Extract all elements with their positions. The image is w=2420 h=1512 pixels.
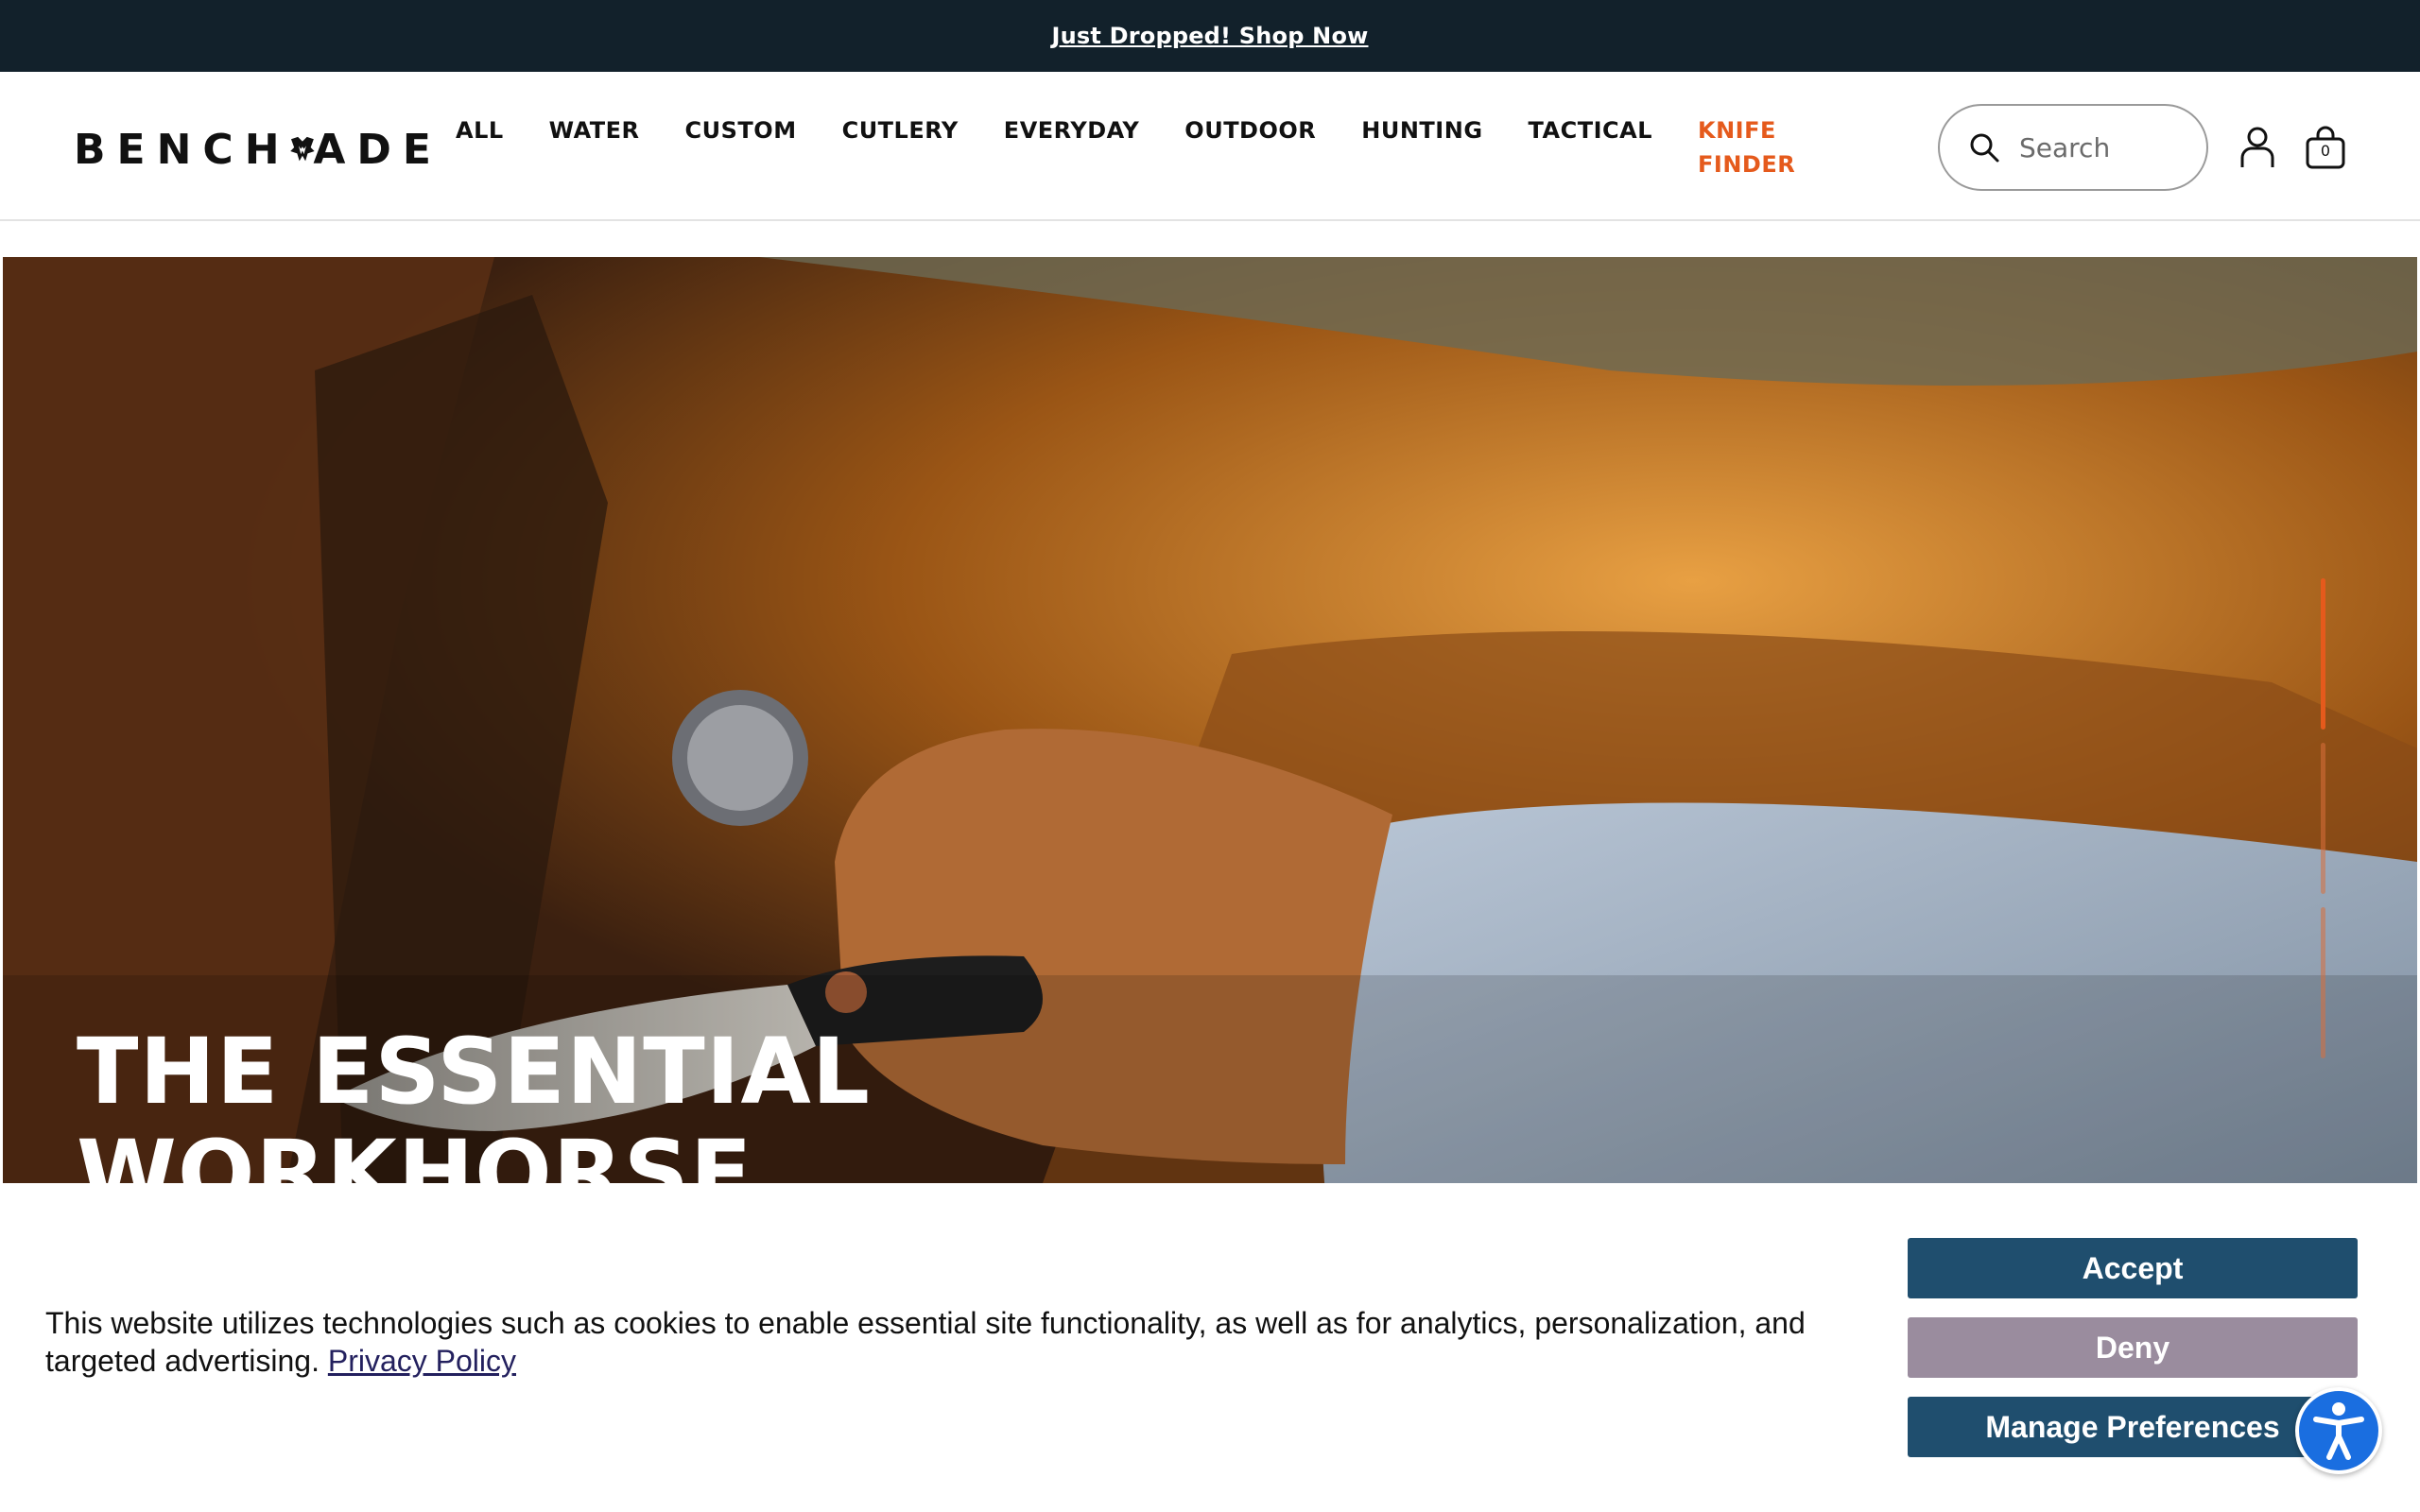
cookie-banner: This website utilizes technologies such … — [0, 1183, 2420, 1512]
nav-item-custom[interactable]: CUSTOM — [685, 113, 797, 181]
search-input[interactable] — [2019, 131, 2189, 163]
privacy-policy-link[interactable]: Privacy Policy — [328, 1344, 516, 1378]
hero-title-line1: THE ESSENTIAL — [77, 1019, 871, 1125]
site-header: BENCH ADE ALL WATER CUSTOM CUTLERY EVERY… — [0, 72, 2420, 221]
accept-button[interactable]: Accept — [1908, 1238, 2358, 1298]
cart-count: 0 — [2320, 142, 2331, 160]
nav-item-all[interactable]: ALL — [456, 113, 504, 181]
account-button[interactable] — [2235, 125, 2280, 170]
manage-preferences-button[interactable]: Manage Preferences — [1908, 1397, 2358, 1457]
accessibility-icon — [2313, 1402, 2364, 1460]
logo-text-left: BENCH — [74, 125, 291, 174]
user-icon — [2240, 127, 2274, 167]
cookie-message-text: This website utilizes technologies such … — [45, 1306, 1806, 1378]
logo-text-right: ADE — [313, 125, 442, 174]
nav-item-knife-finder[interactable]: KNIFE FINDER — [1698, 113, 1802, 181]
main-nav: ALL WATER CUSTOM CUTLERY EVERYDAY OUTDOO… — [456, 113, 1847, 181]
nav-item-hunting[interactable]: HUNTING — [1361, 113, 1482, 181]
announcement-bar: Just Dropped! Shop Now — [0, 0, 2420, 72]
slide-indicator-1[interactable] — [2321, 578, 2325, 730]
search-icon — [1970, 133, 1999, 163]
hero-title-line2: WORKHORSE — [77, 1121, 753, 1183]
nav-item-water[interactable]: WATER — [549, 113, 640, 181]
hero-title: THE ESSENTIAL WORKHORSE — [77, 1021, 871, 1183]
accessibility-button[interactable] — [2295, 1387, 2382, 1474]
nav-item-cutlery[interactable]: CUTLERY — [842, 113, 959, 181]
deny-button[interactable]: Deny — [1908, 1317, 2358, 1378]
nav-item-everyday[interactable]: EVERYDAY — [1004, 113, 1140, 181]
hero-banner[interactable]: THE ESSENTIAL WORKHORSE — [3, 257, 2417, 1183]
search-box[interactable] — [1938, 104, 2208, 191]
slide-indicator-2[interactable] — [2321, 743, 2325, 894]
benchmade-logo[interactable]: BENCH ADE — [74, 112, 442, 187]
nav-item-outdoor[interactable]: OUTDOOR — [1184, 113, 1316, 181]
announcement-link[interactable]: Just Dropped! Shop Now — [1051, 23, 1368, 49]
slide-indicator-3[interactable] — [2321, 907, 2325, 1058]
cart-button[interactable]: 0 — [2303, 125, 2348, 170]
nav-item-tactical[interactable]: TACTICAL — [1529, 113, 1652, 181]
cookie-message: This website utilizes technologies such … — [45, 1304, 1860, 1380]
